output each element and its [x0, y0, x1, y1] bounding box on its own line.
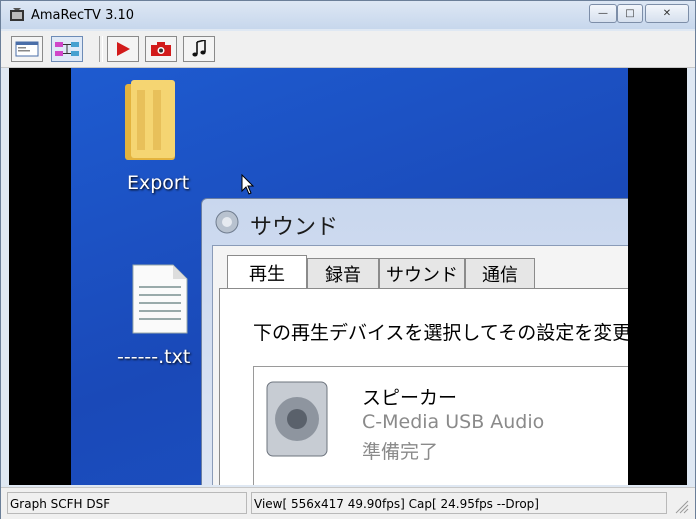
maximize-icon: □ — [625, 8, 635, 19]
tab-communications[interactable]: 通信 — [465, 258, 535, 290]
maximize-button[interactable]: □ — [617, 4, 643, 23]
device-status: 準備完了 — [362, 441, 439, 463]
graph-icon — [55, 42, 79, 56]
tab-label: サウンド — [386, 265, 458, 286]
device-list-item[interactable]: スピーカー C-Media USB Audio 準備完了 — [253, 366, 628, 485]
device-name: スピーカー — [362, 387, 458, 409]
status-bar: Graph SCFH DSF View[ 556x417 49.90fps] C… — [1, 487, 695, 519]
dialog-body: 再生 録音 サウンド 通信 下の再生デバイスを選択してその設定を変更し スピーカ… — [212, 245, 628, 485]
toolbar-separator — [99, 36, 103, 62]
tab-label: 通信 — [482, 265, 518, 286]
camera-icon — [151, 42, 171, 56]
view-window-button[interactable] — [11, 36, 43, 62]
tab-label: 録音 — [325, 265, 361, 286]
resize-grip-icon[interactable] — [675, 500, 689, 514]
folder-icon — [125, 80, 175, 160]
app-window: AmaRecTV 3.10 — □ ✕ Export ------.txt サウ… — [0, 0, 696, 519]
minimize-icon: — — [598, 8, 608, 19]
dialog-title: サウンド — [250, 215, 339, 240]
music-note-icon — [192, 40, 206, 57]
title-bar[interactable]: AmaRecTV 3.10 — □ ✕ — [1, 1, 695, 29]
window-title: AmaRecTV 3.10 — [31, 8, 135, 23]
graph-button[interactable] — [51, 36, 83, 62]
tab-sounds[interactable]: サウンド — [379, 258, 465, 290]
tab-playback[interactable]: 再生 — [227, 255, 307, 289]
speaker-icon — [266, 381, 328, 457]
minimize-button[interactable]: — — [589, 4, 617, 23]
capture-preview[interactable]: Export ------.txt サウンド 再生 録音 サウンド 通信 下の再… — [9, 68, 687, 485]
text-file-icon — [132, 264, 188, 334]
captured-desktop: Export ------.txt サウンド 再生 録音 サウンド 通信 下の再… — [71, 68, 628, 485]
status-graph: Graph SCFH DSF — [7, 492, 247, 514]
audio-button[interactable] — [183, 36, 215, 62]
desktop-icon-label: ------.txt — [117, 346, 191, 368]
toolbar — [1, 31, 695, 68]
snapshot-button[interactable] — [145, 36, 177, 62]
close-icon: ✕ — [662, 8, 672, 19]
status-fps: View[ 556x417 49.90fps] Cap[ 24.95fps --… — [251, 492, 667, 514]
window-icon — [15, 41, 39, 57]
app-icon — [10, 8, 24, 21]
close-button[interactable]: ✕ — [645, 4, 689, 23]
record-button[interactable] — [107, 36, 139, 62]
play-icon — [117, 42, 130, 56]
sound-dialog: サウンド 再生 録音 サウンド 通信 下の再生デバイスを選択してその設定を変更し… — [201, 198, 628, 485]
desktop-icon-label: Export — [127, 172, 190, 194]
mouse-cursor-icon — [241, 174, 255, 195]
dialog-description: 下の再生デバイスを選択してその設定を変更し — [253, 322, 628, 344]
speaker-settings-icon — [215, 210, 239, 234]
device-driver: C-Media USB Audio — [362, 411, 545, 433]
tab-label: 再生 — [249, 263, 285, 285]
tab-recording[interactable]: 録音 — [307, 258, 379, 290]
